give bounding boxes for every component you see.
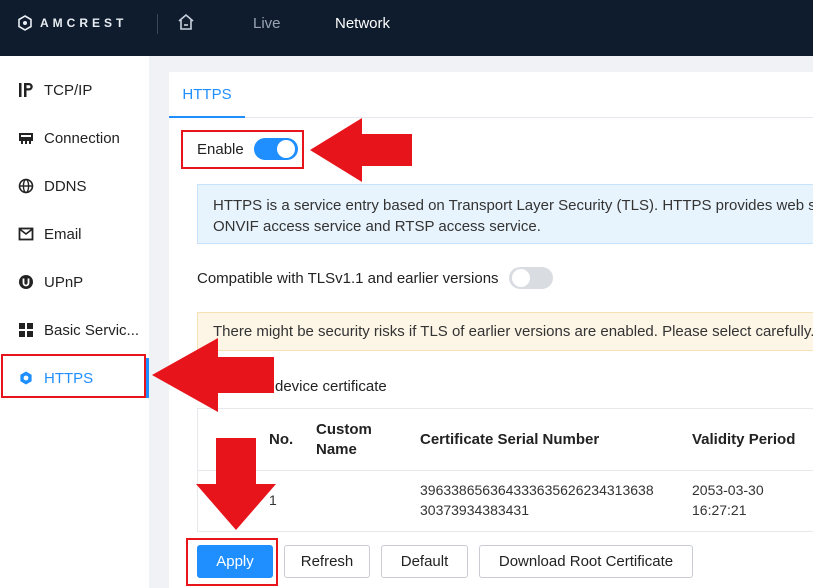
annotation-box-apply <box>186 538 278 586</box>
sidebar-item-connection[interactable]: Connection <box>0 118 149 158</box>
top-bar: AMCREST Live Network <box>0 0 813 56</box>
compat-row: Compatible with TLSv1.1 and earlier vers… <box>197 267 553 289</box>
cert-section-label: device certificate <box>275 378 387 395</box>
sidebar-item-label: TCP/IP <box>44 81 93 99</box>
sidebar-gutter <box>149 56 169 588</box>
cell-validity-date: 2053-03-30 <box>692 482 764 498</box>
sidebar-item-label: DDNS <box>44 177 87 195</box>
annotation-box-enable <box>181 130 304 169</box>
annotation-arrow-left-icon <box>310 118 412 182</box>
cell-serial-line1: 39633865636433363562623431363 <box>420 482 646 498</box>
annotation-arrow-down-icon <box>196 438 276 530</box>
home-icon[interactable] <box>176 12 196 37</box>
table-header: No. Custom Name Certificate Serial Numbe… <box>198 409 813 471</box>
sidebar-item-upnp[interactable]: UPnP <box>0 262 149 302</box>
sidebar-item-label: UPnP <box>44 273 84 291</box>
grid-icon <box>18 322 34 338</box>
warning-banner: There might be security risks if TLS of … <box>197 312 813 351</box>
toggle-knob <box>511 269 530 287</box>
cell-serial-line1b: 8 <box>645 482 654 498</box>
default-button[interactable]: Default <box>381 545 468 578</box>
connection-icon <box>18 130 34 146</box>
col-header-custom-name: Custom Name <box>316 420 372 460</box>
topbar-divider <box>157 14 158 34</box>
sidebar-item-label: Email <box>44 225 82 243</box>
cell-serial: 396338656364333635626234313638 303739343… <box>420 480 654 520</box>
upnp-icon <box>18 274 34 290</box>
col-header-serial: Certificate Serial Number <box>420 431 600 448</box>
mail-icon <box>18 226 34 242</box>
cell-validity-time: 16:27:21 <box>692 502 747 518</box>
annotation-arrow-left-icon <box>152 338 274 412</box>
warning-text: There might be security risks if TLS of … <box>213 323 813 340</box>
globe-icon <box>18 178 34 194</box>
brand-logo[interactable]: AMCREST <box>18 15 127 31</box>
amcrest-logo-icon <box>18 15 32 31</box>
compat-label: Compatible with TLSv1.1 and earlier vers… <box>197 269 499 287</box>
col-header-custom-line2: Name <box>316 441 357 458</box>
cell-validity: 2053-03-30 16:27:21 <box>692 480 764 520</box>
sidebar-item-label: Basic Servic... <box>44 321 140 339</box>
info-banner: HTTPS is a service entry based on Transp… <box>197 184 813 244</box>
col-header-custom-line1: Custom <box>316 421 372 438</box>
sidebar-item-basic-services[interactable]: Basic Servic... <box>0 310 149 350</box>
ip-icon <box>18 82 34 98</box>
certificate-table: No. Custom Name Certificate Serial Numbe… <box>197 408 813 532</box>
cell-serial-line2: 30373934383431 <box>420 502 530 518</box>
compat-toggle[interactable] <box>508 267 553 289</box>
info-text-line2: ONVIF access service and RTSP access ser… <box>213 218 541 235</box>
nav-network[interactable]: Network <box>335 15 390 32</box>
refresh-button[interactable]: Refresh <box>284 545 370 578</box>
sidebar-item-label: Connection <box>44 129 120 147</box>
sidebar-item-ddns[interactable]: DDNS <box>0 166 149 206</box>
download-root-certificate-button[interactable]: Download Root Certificate <box>479 545 693 578</box>
brand-name: AMCREST <box>40 16 128 30</box>
sidebar: TCP/IP Connection DDNS Email UPnP Basic … <box>0 56 149 588</box>
sidebar-item-email[interactable]: Email <box>0 214 149 254</box>
tab-bar: HTTPS <box>169 72 813 118</box>
col-header-validity: Validity Period <box>692 431 796 448</box>
annotation-box-https <box>1 354 146 398</box>
sidebar-item-tcpip[interactable]: TCP/IP <box>0 70 149 110</box>
info-text-line1: HTTPS is a service entry based on Transp… <box>213 197 813 214</box>
nav-live[interactable]: Live <box>253 15 281 32</box>
tab-https[interactable]: HTTPS <box>169 72 245 118</box>
